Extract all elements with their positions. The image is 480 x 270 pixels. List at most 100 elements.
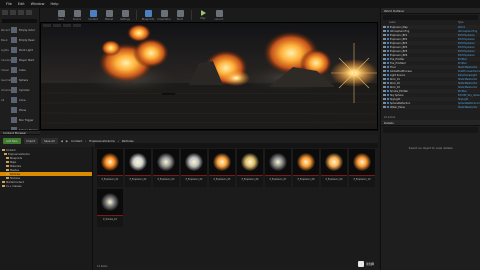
menu-help[interactable]: Help <box>50 2 58 6</box>
back-icon[interactable]: ◀ <box>61 139 63 143</box>
breadcrumb-content[interactable]: Content <box>71 139 82 143</box>
outliner-row[interactable]: SphereReflection SphereReflectionCapture <box>381 101 480 105</box>
actor-type[interactable]: Edit BP_Sky_Sphere <box>458 94 480 97</box>
asset-tile[interactable]: P_Explosion_08 <box>293 149 319 187</box>
foliage-mode-icon[interactable] <box>26 10 32 15</box>
visibility-eye-icon[interactable] <box>383 57 386 61</box>
asset-tile[interactable]: P_Explosion_02 <box>125 149 151 187</box>
actor-type[interactable]: Emitter <box>458 62 480 65</box>
visibility-eye-icon[interactable] <box>383 101 386 105</box>
outliner-row[interactable]: Explosion_BP1 Edit Explosion <box>381 33 480 37</box>
details-search-input[interactable] <box>383 127 478 133</box>
place-actor-item[interactable]: Volumes Cylinder <box>0 85 39 95</box>
outliner-row[interactable]: Explosion_BP6 Edit Explosion <box>381 53 480 57</box>
settings-button[interactable]: Settings <box>118 9 132 22</box>
visibility-eye-icon[interactable] <box>383 25 386 29</box>
visibility-eye-icon[interactable] <box>383 77 386 81</box>
lit-mode-icon[interactable] <box>63 24 71 27</box>
visibility-eye-icon[interactable] <box>383 53 386 57</box>
actor-type[interactable]: StaticMeshActor <box>458 86 480 89</box>
menu-edit[interactable]: Edit <box>18 2 25 6</box>
actor-type[interactable]: Edit Explosion <box>458 50 480 53</box>
import-button[interactable]: Import <box>23 138 39 144</box>
perspective-icon[interactable] <box>53 24 61 27</box>
mode-category[interactable]: Geometry <box>1 79 11 82</box>
place-actor-item[interactable]: Visual Cube <box>0 65 39 75</box>
outliner-row[interactable]: GlobalPostProcess PostProcessVolume <box>381 69 480 73</box>
add-new-button[interactable]: Add New <box>3 138 21 144</box>
outliner-row[interactable]: Explosion_Map World <box>381 25 480 29</box>
visibility-eye-icon[interactable] <box>383 41 386 45</box>
mode-category[interactable]: Basic <box>1 39 11 42</box>
place-actor-item[interactable]: Basic Empty Pawn <box>0 35 39 45</box>
place-actor-item[interactable]: Plane <box>0 105 39 115</box>
actor-type[interactable]: PostProcessVolume <box>458 70 480 73</box>
outliner-search-input[interactable] <box>383 15 478 20</box>
type-column-header[interactable]: Type <box>458 21 480 25</box>
actor-type[interactable]: DirectionalLight <box>458 74 480 77</box>
asset-tile[interactable]: P_Explosion_04 <box>181 149 207 187</box>
actor-type[interactable]: Emitter <box>458 90 480 93</box>
outliner-row[interactable]: Explosion_BP2 Edit Explosion <box>381 37 480 41</box>
mode-category[interactable]: All <box>1 99 11 102</box>
asset-tile[interactable]: P_Explosion_10 <box>349 149 375 187</box>
mode-category[interactable]: Visual <box>1 69 11 72</box>
paint-mode-icon[interactable] <box>10 10 16 15</box>
asset-tile[interactable]: P_Explosion_07 <box>265 149 291 187</box>
visibility-eye-icon[interactable] <box>383 45 386 49</box>
visibility-eye-icon[interactable] <box>383 89 386 93</box>
asset-tile[interactable]: P_Explosion_09 <box>321 149 347 187</box>
asset-tile[interactable]: P_Explosion_06 <box>237 149 263 187</box>
actor-type[interactable]: StaticMeshActor <box>458 106 480 109</box>
forward-icon[interactable]: ▶ <box>66 139 68 143</box>
details-tab[interactable]: Details <box>381 120 480 126</box>
outliner-row[interactable]: Sky Sphere Edit BP_Sky_Sphere <box>381 93 480 97</box>
outliner-row[interactable]: SkyLight SkyLight <box>381 97 480 101</box>
actor-type[interactable]: Emitter <box>458 58 480 61</box>
mode-category[interactable]: Lights <box>1 49 11 52</box>
menu-file[interactable]: File <box>6 2 12 6</box>
visibility-eye-icon[interactable] <box>383 69 386 73</box>
actor-type[interactable]: Edit Explosion <box>458 38 480 41</box>
play-button[interactable]: Play <box>196 9 210 22</box>
actor-type[interactable]: SkyLight <box>458 98 480 101</box>
visibility-eye-icon[interactable] <box>383 97 386 101</box>
save-all-button[interactable]: Save All <box>41 138 58 144</box>
visibility-eye-icon[interactable] <box>383 29 386 33</box>
visibility-eye-icon[interactable] <box>383 85 386 89</box>
actor-type[interactable]: StaticMeshActor <box>458 66 480 69</box>
actor-type[interactable]: Edit Explosion <box>458 42 480 45</box>
asset-tile[interactable]: P_Explosion_03 <box>153 149 179 187</box>
outliner-row[interactable]: Water_Plane StaticMeshActor <box>381 105 480 109</box>
visibility-eye-icon[interactable] <box>383 93 386 97</box>
level-viewport[interactable] <box>40 22 378 130</box>
asset-tile[interactable]: P_Smoke_01 <box>97 189 123 227</box>
world-outliner-tab[interactable]: World Outliner <box>381 8 480 14</box>
actor-type[interactable]: Edit Explosion <box>458 46 480 49</box>
mode-category[interactable]: Cinema <box>1 59 11 62</box>
visibility-eye-icon[interactable] <box>383 33 386 37</box>
outliner-row[interactable]: Smoke_Emitter Emitter <box>381 89 480 93</box>
asset-tile[interactable]: P_Explosion_01 <box>97 149 123 187</box>
outliner-row[interactable]: Fire_Emitter2 Emitter <box>381 61 480 65</box>
landscape-mode-icon[interactable] <box>18 10 24 15</box>
place-actor-item[interactable]: Lights Point Light <box>0 45 39 55</box>
market-button[interactable]: Market <box>102 9 116 22</box>
actor-type[interactable]: SphereReflectionCapture <box>458 102 480 105</box>
launch-button[interactable]: Launch <box>212 9 226 22</box>
outliner-row[interactable]: Rock_01 StaticMeshActor <box>381 77 480 81</box>
show-flags-icon[interactable] <box>73 24 81 27</box>
outliner-row[interactable]: Rock_02 StaticMeshActor <box>381 81 480 85</box>
visibility-eye-icon[interactable] <box>383 65 386 69</box>
actor-type[interactable]: StaticMeshActor <box>458 78 480 81</box>
outliner-row[interactable]: Fire_Emitter Emitter <box>381 57 480 61</box>
actor-type[interactable]: AtmosphericFog <box>458 30 480 33</box>
visibility-eye-icon[interactable] <box>383 73 386 77</box>
outliner-row[interactable]: Explosion_BP5 Edit Explosion <box>381 49 480 53</box>
modes-search-input[interactable] <box>2 19 37 23</box>
visibility-eye-icon[interactable] <box>383 105 386 109</box>
place-actor-item[interactable]: Cinema Player Start <box>0 55 39 65</box>
actor-type[interactable]: Edit Explosion <box>458 34 480 37</box>
build-button[interactable]: Build <box>173 9 187 22</box>
mode-category[interactable]: Volumes <box>1 89 11 92</box>
